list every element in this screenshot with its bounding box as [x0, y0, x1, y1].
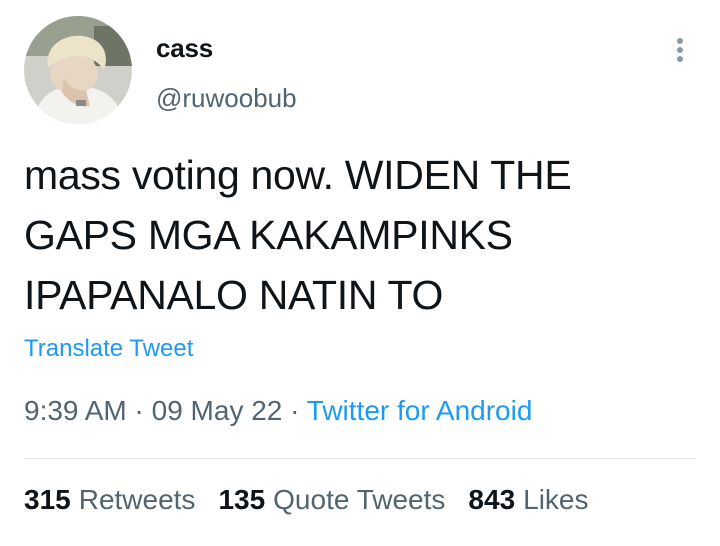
quote-tweets-label: Quote Tweets [273, 484, 446, 515]
tweet-card: cass @ruwoobub mass voting now. WIDEN TH… [0, 0, 720, 546]
tweet-date[interactable]: 09 May 22 [152, 395, 283, 426]
meta-separator: · [134, 395, 144, 426]
likes-count: 843 [468, 484, 516, 515]
translate-tweet-link[interactable]: Translate Tweet [24, 335, 193, 363]
tweet-time[interactable]: 9:39 AM [24, 395, 127, 426]
tweet-text: mass voting now. WIDEN THE GAPS MGA KAKA… [24, 152, 572, 318]
engagement-stats: 315 Retweets 135 Quote Tweets 843 Likes [24, 484, 612, 516]
avatar[interactable] [24, 16, 132, 124]
retweets-count: 315 [24, 484, 71, 515]
tweet-source-link[interactable]: Twitter for Android [307, 395, 533, 426]
more-vertical-icon[interactable] [666, 34, 694, 66]
user-handle[interactable]: @ruwoobub [156, 83, 297, 114]
quote-tweets-count: 135 [218, 484, 266, 515]
tweet-meta: 9:39 AM · 09 May 22 · Twitter for Androi… [24, 395, 532, 427]
retweets-stat[interactable]: 315 Retweets [24, 484, 195, 516]
retweets-label: Retweets [78, 484, 196, 515]
meta-separator: · [290, 395, 300, 426]
likes-stat[interactable]: 843 Likes [468, 484, 588, 516]
avatar-image [24, 16, 132, 124]
divider [24, 458, 696, 459]
display-name[interactable]: cass [156, 33, 213, 64]
quote-tweets-stat[interactable]: 135 Quote Tweets [218, 484, 445, 516]
likes-label: Likes [523, 484, 589, 515]
